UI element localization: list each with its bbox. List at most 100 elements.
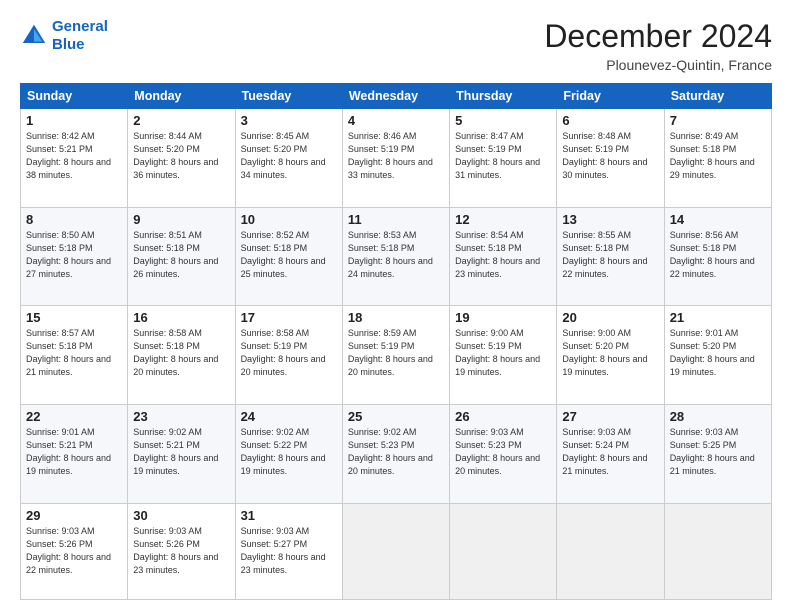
calendar-cell: 4Sunrise: 8:46 AMSunset: 5:19 PMDaylight… xyxy=(342,109,449,208)
weekday-header-thursday: Thursday xyxy=(450,84,557,109)
day-detail: Sunrise: 8:57 AMSunset: 5:18 PMDaylight:… xyxy=(26,327,122,379)
calendar-cell: 16 Sunrise: 8:58 AMSunset: 5:18 PMDayligh… xyxy=(128,306,235,405)
day-number: 24 xyxy=(241,409,337,424)
day-detail: Sunrise: 9:03 AMSunset: 5:26 PMDaylight:… xyxy=(133,525,229,577)
calendar-cell: 24 Sunrise: 9:02 AMSunset: 5:22 PMDayligh… xyxy=(235,404,342,503)
day-number: 7 xyxy=(670,113,766,128)
day-detail: Sunrise: 8:58 AMSunset: 5:18 PMDaylight:… xyxy=(133,327,229,379)
day-number: 6 xyxy=(562,113,658,128)
weekday-header-sunday: Sunday xyxy=(21,84,128,109)
day-number: 21 xyxy=(670,310,766,325)
weekday-header-friday: Friday xyxy=(557,84,664,109)
day-detail: Sunrise: 8:46 AMSunset: 5:19 PMDaylight:… xyxy=(348,130,444,182)
calendar-cell: 7 Sunrise: 8:49 AMSunset: 5:18 PMDaylight… xyxy=(664,109,771,208)
day-number: 10 xyxy=(241,212,337,227)
logo-line2: Blue xyxy=(52,36,85,53)
calendar-cell: 14Sunrise: 8:56 AMSunset: 5:18 PMDayligh… xyxy=(664,207,771,306)
calendar-cell: 28 Sunrise: 9:03 AMSunset: 5:25 PMDayligh… xyxy=(664,404,771,503)
weekday-header-monday: Monday xyxy=(128,84,235,109)
calendar-cell: 11Sunrise: 8:53 AMSunset: 5:18 PMDayligh… xyxy=(342,207,449,306)
day-detail: Sunrise: 8:55 AMSunset: 5:18 PMDaylight:… xyxy=(562,229,658,281)
calendar-cell: 30 Sunrise: 9:03 AMSunset: 5:26 PMDayligh… xyxy=(128,503,235,599)
logo-line1: General xyxy=(52,18,108,35)
day-detail: Sunrise: 9:03 AMSunset: 5:25 PMDaylight:… xyxy=(670,426,766,478)
calendar-cell: 17 Sunrise: 8:58 AMSunset: 5:19 PMDayligh… xyxy=(235,306,342,405)
day-number: 19 xyxy=(455,310,551,325)
calendar-cell: 20 Sunrise: 9:00 AMSunset: 5:20 PMDayligh… xyxy=(557,306,664,405)
day-detail: Sunrise: 9:02 AMSunset: 5:21 PMDaylight:… xyxy=(133,426,229,478)
day-detail: Sunrise: 9:01 AMSunset: 5:21 PMDaylight:… xyxy=(26,426,122,478)
day-detail: Sunrise: 8:53 AMSunset: 5:18 PMDaylight:… xyxy=(348,229,444,281)
calendar-cell xyxy=(664,503,771,599)
day-detail: Sunrise: 8:48 AMSunset: 5:19 PMDaylight:… xyxy=(562,130,658,182)
logo-text: General Blue xyxy=(52,18,108,54)
calendar-cell: 21 Sunrise: 9:01 AMSunset: 5:20 PMDayligh… xyxy=(664,306,771,405)
day-detail: Sunrise: 8:44 AMSunset: 5:20 PMDaylight:… xyxy=(133,130,229,182)
weekday-header-wednesday: Wednesday xyxy=(342,84,449,109)
calendar-cell: 19 Sunrise: 9:00 AMSunset: 5:19 PMDayligh… xyxy=(450,306,557,405)
day-detail: Sunrise: 9:02 AMSunset: 5:22 PMDaylight:… xyxy=(241,426,337,478)
day-detail: Sunrise: 9:00 AMSunset: 5:19 PMDaylight:… xyxy=(455,327,551,379)
day-number: 8 xyxy=(26,212,122,227)
calendar-week-1: 1 Sunrise: 8:42 AMSunset: 5:21 PMDaylight… xyxy=(21,109,772,208)
day-number: 18 xyxy=(348,310,444,325)
day-detail: Sunrise: 8:45 AMSunset: 5:20 PMDaylight:… xyxy=(241,130,337,182)
day-number: 31 xyxy=(241,508,337,523)
weekday-header-row: SundayMondayTuesdayWednesdayThursdayFrid… xyxy=(21,84,772,109)
day-number: 12 xyxy=(455,212,551,227)
logo: General Blue xyxy=(20,18,108,54)
day-number: 22 xyxy=(26,409,122,424)
calendar-cell: 13Sunrise: 8:55 AMSunset: 5:18 PMDayligh… xyxy=(557,207,664,306)
day-detail: Sunrise: 8:58 AMSunset: 5:19 PMDaylight:… xyxy=(241,327,337,379)
calendar-cell: 23Sunrise: 9:02 AMSunset: 5:21 PMDayligh… xyxy=(128,404,235,503)
day-number: 26 xyxy=(455,409,551,424)
day-detail: Sunrise: 8:50 AMSunset: 5:18 PMDaylight:… xyxy=(26,229,122,281)
day-detail: Sunrise: 8:42 AMSunset: 5:21 PMDaylight:… xyxy=(26,130,122,182)
day-detail: Sunrise: 9:00 AMSunset: 5:20 PMDaylight:… xyxy=(562,327,658,379)
day-detail: Sunrise: 9:03 AMSunset: 5:23 PMDaylight:… xyxy=(455,426,551,478)
day-detail: Sunrise: 9:01 AMSunset: 5:20 PMDaylight:… xyxy=(670,327,766,379)
calendar-cell: 9 Sunrise: 8:51 AMSunset: 5:18 PMDaylight… xyxy=(128,207,235,306)
day-number: 25 xyxy=(348,409,444,424)
day-number: 27 xyxy=(562,409,658,424)
day-number: 20 xyxy=(562,310,658,325)
day-detail: Sunrise: 8:54 AMSunset: 5:18 PMDaylight:… xyxy=(455,229,551,281)
calendar-cell xyxy=(450,503,557,599)
title-block: December 2024 Plounevez-Quintin, France xyxy=(544,18,772,73)
day-number: 16 xyxy=(133,310,229,325)
day-detail: Sunrise: 9:03 AMSunset: 5:26 PMDaylight:… xyxy=(26,525,122,577)
day-detail: Sunrise: 8:49 AMSunset: 5:18 PMDaylight:… xyxy=(670,130,766,182)
calendar-cell: 6 Sunrise: 8:48 AMSunset: 5:19 PMDaylight… xyxy=(557,109,664,208)
calendar-week-2: 8 Sunrise: 8:50 AMSunset: 5:18 PMDaylight… xyxy=(21,207,772,306)
logo-icon xyxy=(20,22,48,50)
calendar-title: December 2024 xyxy=(544,18,772,55)
calendar-week-5: 29 Sunrise: 9:03 AMSunset: 5:26 PMDayligh… xyxy=(21,503,772,599)
day-number: 30 xyxy=(133,508,229,523)
day-detail: Sunrise: 8:51 AMSunset: 5:18 PMDaylight:… xyxy=(133,229,229,281)
day-detail: Sunrise: 9:03 AMSunset: 5:24 PMDaylight:… xyxy=(562,426,658,478)
day-number: 2 xyxy=(133,113,229,128)
calendar-cell: 12 Sunrise: 8:54 AMSunset: 5:18 PMDayligh… xyxy=(450,207,557,306)
day-number: 1 xyxy=(26,113,122,128)
calendar-subtitle: Plounevez-Quintin, France xyxy=(544,57,772,73)
day-number: 29 xyxy=(26,508,122,523)
calendar-cell: 29 Sunrise: 9:03 AMSunset: 5:26 PMDayligh… xyxy=(21,503,128,599)
calendar-cell: 18Sunrise: 8:59 AMSunset: 5:19 PMDayligh… xyxy=(342,306,449,405)
calendar-cell xyxy=(557,503,664,599)
day-number: 17 xyxy=(241,310,337,325)
day-number: 5 xyxy=(455,113,551,128)
calendar-cell: 2 Sunrise: 8:44 AMSunset: 5:20 PMDaylight… xyxy=(128,109,235,208)
calendar-cell: 8 Sunrise: 8:50 AMSunset: 5:18 PMDaylight… xyxy=(21,207,128,306)
day-number: 15 xyxy=(26,310,122,325)
weekday-header-tuesday: Tuesday xyxy=(235,84,342,109)
day-detail: Sunrise: 9:02 AMSunset: 5:23 PMDaylight:… xyxy=(348,426,444,478)
calendar-cell: 15 Sunrise: 8:57 AMSunset: 5:18 PMDayligh… xyxy=(21,306,128,405)
page: General Blue December 2024 Plounevez-Qui… xyxy=(0,0,792,612)
calendar-cell: 25 Sunrise: 9:02 AMSunset: 5:23 PMDayligh… xyxy=(342,404,449,503)
day-number: 9 xyxy=(133,212,229,227)
weekday-header-saturday: Saturday xyxy=(664,84,771,109)
day-number: 3 xyxy=(241,113,337,128)
day-number: 28 xyxy=(670,409,766,424)
day-detail: Sunrise: 8:56 AMSunset: 5:18 PMDaylight:… xyxy=(670,229,766,281)
calendar-week-4: 22 Sunrise: 9:01 AMSunset: 5:21 PMDayligh… xyxy=(21,404,772,503)
